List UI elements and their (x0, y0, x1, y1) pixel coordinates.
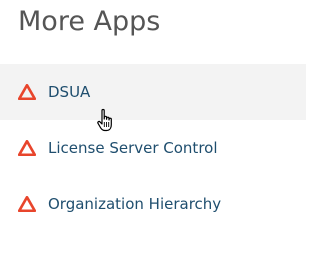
app-label: Organization Hierarchy (48, 195, 222, 213)
app-item-dsua[interactable]: DSUA (0, 64, 306, 120)
app-item-license-server-control[interactable]: License Server Control (0, 120, 306, 176)
app-triangle-icon (18, 140, 36, 156)
more-apps-panel: More Apps DSUA License Server Control Or… (0, 0, 306, 273)
app-label: DSUA (48, 83, 91, 101)
app-triangle-icon (18, 84, 36, 100)
app-list: DSUA License Server Control Organization… (0, 64, 306, 232)
panel-title: More Apps (18, 6, 161, 37)
app-triangle-icon (18, 196, 36, 212)
app-item-organization-hierarchy[interactable]: Organization Hierarchy (0, 176, 306, 232)
hand-pointer-icon (97, 108, 112, 132)
app-label: License Server Control (48, 139, 218, 157)
